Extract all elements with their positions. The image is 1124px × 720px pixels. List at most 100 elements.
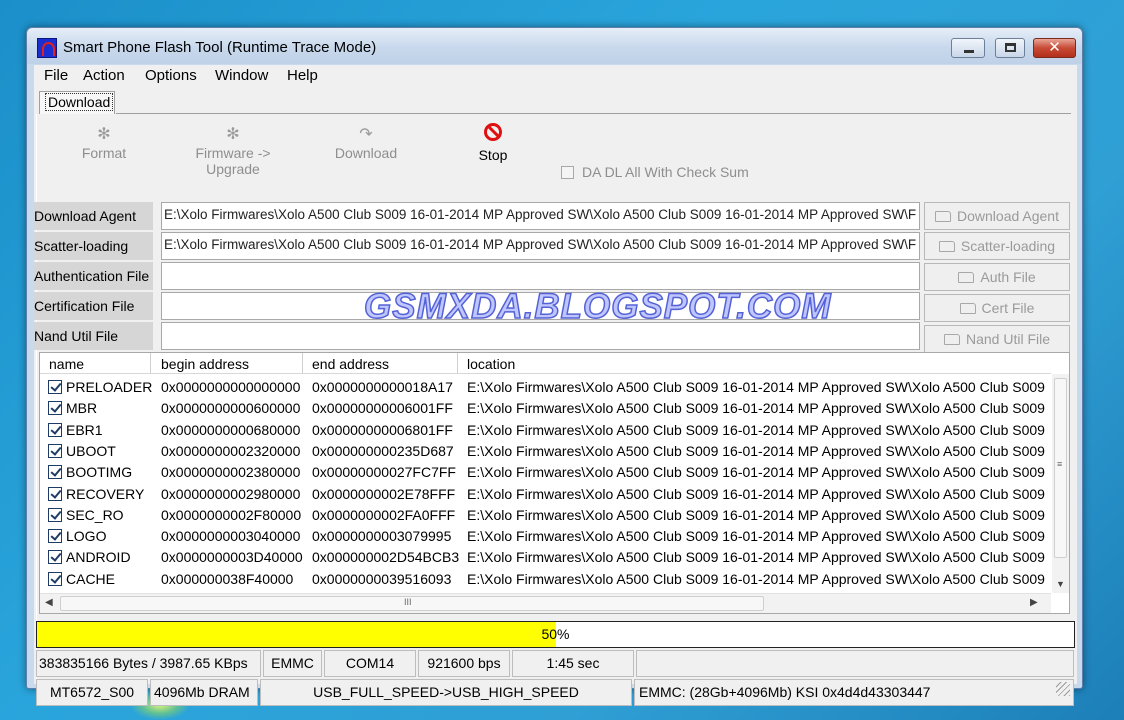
download-agent-button[interactable]: Download Agent xyxy=(924,202,1070,230)
download-agent-field[interactable]: E:\Xolo Firmwares\Xolo A500 Club S009 16… xyxy=(161,202,920,230)
horizontal-scrollbar[interactable]: ◀ III ▶ xyxy=(40,593,1051,613)
row-checkbox[interactable] xyxy=(48,422,62,437)
title-bar[interactable]: Smart Phone Flash Tool (Runtime Trace Mo… xyxy=(27,28,1082,64)
tab-divider xyxy=(116,113,1071,114)
tab-download[interactable]: Download xyxy=(39,91,115,114)
menu-action[interactable]: Action xyxy=(83,67,125,84)
table-row[interactable]: CACHE 0x000000038F40000 0x0000000039516093… xyxy=(40,569,1051,590)
column-divider[interactable] xyxy=(302,353,303,374)
column-divider[interactable] xyxy=(457,353,458,374)
scroll-grip: ≡ xyxy=(1057,459,1063,469)
firmware-upgrade-label: Firmware -> Upgrade xyxy=(195,145,271,177)
scatter-loading-button[interactable]: Scatter-loading xyxy=(924,232,1070,260)
table-row[interactable]: EBR1 0x0000000000680000 0x00000000006801FF… xyxy=(40,420,1051,441)
horizontal-scroll-thumb[interactable]: III xyxy=(60,596,764,611)
folder-icon xyxy=(938,241,955,252)
resize-grip-icon[interactable] xyxy=(1056,682,1070,696)
column-location[interactable]: location xyxy=(467,356,515,372)
vertical-scrollbar[interactable]: ≡ ▼ xyxy=(1052,374,1069,593)
row-checkbox[interactable] xyxy=(48,507,62,522)
vertical-scroll-thumb[interactable]: ≡ xyxy=(1054,378,1067,558)
minimize-icon xyxy=(964,50,974,53)
table-row[interactable]: ANDROID 0x0000000003D40000 0x000000002D54B… xyxy=(40,547,1051,568)
firmware-upgrade-button[interactable]: ✻ Firmware -> Upgrade xyxy=(168,125,298,177)
app-icon xyxy=(37,38,57,58)
status-dram: 4096Mb DRAM xyxy=(150,679,258,706)
column-name[interactable]: name xyxy=(49,356,84,372)
begin-address-cell: 0x0000000000680000 xyxy=(161,421,301,438)
download-button[interactable]: ↷ Download xyxy=(326,125,406,161)
folder-icon xyxy=(958,272,975,283)
table-row[interactable]: PRELOADER 0x0000000000000000 0x00000000000… xyxy=(40,377,1051,398)
cert-file-button[interactable]: Cert File xyxy=(924,294,1070,322)
end-address-cell: 0x00000000006001FF xyxy=(312,400,453,417)
scroll-down-arrow-icon[interactable]: ▼ xyxy=(1056,579,1065,589)
maximize-icon xyxy=(1005,43,1016,52)
table-row[interactable]: LOGO 0x0000000003040000 0x0000000003079995… xyxy=(40,526,1051,547)
status-emmc-info: EMMC: (28Gb+4096Mb) KSI 0x4d4d43303447 xyxy=(634,679,1074,706)
row-checkbox[interactable] xyxy=(48,401,62,416)
partition-name: RECOVERY xyxy=(66,485,145,502)
nand-util-file-label: Nand Util File xyxy=(34,322,153,350)
stop-button[interactable]: Stop xyxy=(468,123,518,163)
partition-table: name begin address end address location … xyxy=(39,352,1070,614)
format-button[interactable]: ✻ Format xyxy=(72,125,136,161)
partition-name: UBOOT xyxy=(66,442,116,459)
partition-name: PRELOADER xyxy=(66,379,153,395)
stop-label: Stop xyxy=(478,147,508,163)
table-row[interactable]: RECOVERY 0x0000000002980000 0x0000000002E7… xyxy=(40,484,1051,505)
partition-name: LOGO xyxy=(66,528,107,545)
location-cell: E:\Xolo Firmwares\Xolo A500 Club S009 16… xyxy=(467,506,1047,523)
status-transfer-rate: 383835166 Bytes / 3987.65 KBps xyxy=(36,650,261,677)
scroll-left-arrow-icon[interactable]: ◀ xyxy=(45,597,53,608)
auth-file-button[interactable]: Auth File xyxy=(924,263,1070,291)
end-address-cell: 0x0000000002E78FFF xyxy=(312,485,456,502)
row-checkbox[interactable] xyxy=(48,443,62,458)
partition-name: ANDROID xyxy=(66,549,131,566)
authentication-file-field[interactable] xyxy=(161,262,920,290)
menu-file[interactable]: File xyxy=(44,67,68,84)
menu-options[interactable]: Options xyxy=(145,67,197,84)
scroll-right-arrow-icon[interactable]: ▶ xyxy=(1030,597,1038,608)
nand-util-file-button[interactable]: Nand Util File xyxy=(924,325,1070,353)
end-address-cell: 0x00000000006801FF xyxy=(312,421,453,438)
table-header: name begin address end address location xyxy=(40,353,1051,374)
end-address-cell: 0x0000000039516093 xyxy=(312,570,452,587)
gear-icon: ✻ xyxy=(97,126,111,143)
close-button[interactable]: ✕ xyxy=(1033,38,1076,58)
status-elapsed-time: 1:45 sec xyxy=(512,650,634,677)
begin-address-cell: 0x0000000000600000 xyxy=(161,400,301,417)
column-end-address[interactable]: end address xyxy=(312,356,389,372)
status-chipset: MT6572_S00 xyxy=(36,679,148,706)
table-row[interactable]: UBOOT 0x0000000002320000 0x000000000235D68… xyxy=(40,441,1051,462)
location-cell: E:\Xolo Firmwares\Xolo A500 Club S009 16… xyxy=(467,464,1047,481)
row-checkbox[interactable] xyxy=(48,529,62,544)
table-row[interactable]: MBR 0x0000000000600000 0x00000000006001FF E… xyxy=(40,398,1051,419)
partition-name: EBR1 xyxy=(66,421,103,438)
menu-window[interactable]: Window xyxy=(215,67,268,84)
checksum-checkbox[interactable]: DA DL All With Check Sum xyxy=(561,164,749,180)
table-row[interactable]: BOOTIMG 0x0000000002380000 0x00000000027FC… xyxy=(40,462,1051,483)
begin-address-cell: 0x0000000002380000 xyxy=(161,464,301,481)
menu-help[interactable]: Help xyxy=(287,67,318,84)
table-row[interactable]: SEC_RO 0x0000000002F80000 0x0000000002FA0F… xyxy=(40,505,1051,526)
gear-icon: ✻ xyxy=(226,126,240,143)
scatter-loading-field[interactable]: E:\Xolo Firmwares\Xolo A500 Club S009 16… xyxy=(161,232,920,260)
minimize-button[interactable] xyxy=(951,38,985,58)
column-begin-address[interactable]: begin address xyxy=(161,356,249,372)
scroll-grip: III xyxy=(404,597,412,607)
row-checkbox[interactable] xyxy=(48,550,62,565)
row-checkbox[interactable] xyxy=(48,571,62,586)
column-divider[interactable] xyxy=(150,353,151,374)
tab-panel-edge xyxy=(36,114,37,679)
nand-util-file-button-label: Nand Util File xyxy=(965,331,1051,347)
flash-tool-window: Smart Phone Flash Tool (Runtime Trace Mo… xyxy=(26,27,1083,706)
maximize-button[interactable] xyxy=(995,38,1025,58)
download-agent-label: Download Agent xyxy=(34,202,153,230)
row-checkbox[interactable] xyxy=(48,465,62,480)
row-checkbox[interactable] xyxy=(48,380,62,394)
begin-address-cell: 0x0000000003040000 xyxy=(161,528,301,545)
row-checkbox[interactable] xyxy=(48,486,62,501)
progress-bar: 50% xyxy=(36,621,1075,648)
download-label: Download xyxy=(334,145,398,161)
